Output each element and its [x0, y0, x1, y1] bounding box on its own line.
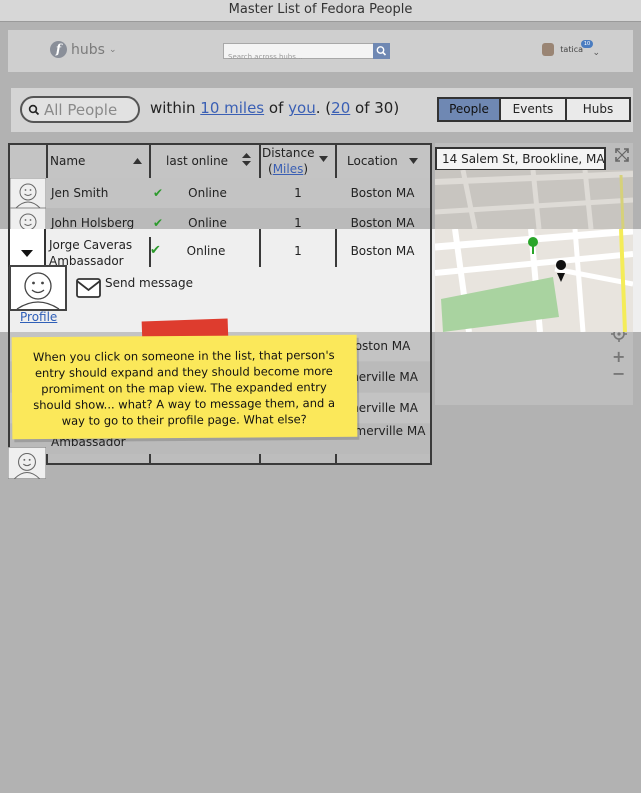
- send-message-label: Send message: [105, 276, 193, 290]
- you-link[interactable]: you: [288, 99, 316, 117]
- person-name: Jen Smith: [51, 186, 109, 200]
- online-check-icon: ✔: [150, 243, 161, 258]
- logo-text: hubs: [71, 41, 105, 58]
- filter-sentence: within 10 miles of you. (20 of 30): [150, 99, 399, 117]
- window-title: Master List of Fedora People: [0, 0, 641, 22]
- chevron-down-icon[interactable]: ⌄: [592, 48, 600, 58]
- view-tabs: People Events Hubs: [437, 97, 631, 122]
- hubs-search: [223, 43, 390, 64]
- zoom-out-icon[interactable]: −: [612, 364, 625, 383]
- dot-label: .: [315, 99, 321, 117]
- user-name: tatica: [560, 45, 583, 54]
- distance-value: 1: [294, 244, 302, 258]
- people-search-placeholder: All People: [44, 101, 118, 119]
- location-value: Boston MA: [350, 186, 415, 200]
- within-label: within: [150, 99, 196, 117]
- user-avatar-icon: [16, 272, 60, 310]
- count-link[interactable]: 20: [331, 99, 350, 117]
- distance-link[interactable]: 10 miles: [200, 99, 264, 117]
- hubs-search-input[interactable]: [224, 50, 374, 64]
- profile-picture[interactable]: [9, 265, 67, 311]
- expand-icon[interactable]: [615, 148, 629, 162]
- online-check-icon: ✔: [152, 186, 164, 200]
- fedora-icon: f: [50, 41, 67, 58]
- miles-link[interactable]: Miles: [273, 162, 304, 176]
- user-avatar-icon: [10, 178, 46, 208]
- sort-up-icon[interactable]: [133, 158, 142, 164]
- table-row[interactable]: Jen Smith ✔ Online 1 Boston MA: [10, 178, 430, 208]
- distance-value: 1: [294, 186, 302, 200]
- sort-both-icon[interactable]: [242, 153, 251, 166]
- search-button[interactable]: [373, 43, 390, 59]
- user-avatar-icon: [8, 447, 46, 479]
- send-message-button[interactable]: Send message: [76, 276, 193, 298]
- tab-people[interactable]: People: [439, 99, 501, 120]
- app-header: f hubs ⌄ 10 tatica ⌄: [8, 30, 633, 72]
- tab-hubs[interactable]: Hubs: [567, 99, 629, 120]
- of-label: of: [268, 99, 284, 117]
- sticky-note-text: When you click on someone in the list, t…: [32, 347, 336, 428]
- tab-events[interactable]: Events: [501, 99, 567, 120]
- last-online: Online: [186, 244, 226, 258]
- avatar: [542, 43, 555, 56]
- envelope-icon: [76, 278, 101, 298]
- filter-bar: All People within 10 miles of you. (20 o…: [11, 88, 633, 132]
- count-total: of 30): [355, 99, 400, 117]
- search-icon: [376, 46, 387, 56]
- location-value: Boston MA: [350, 244, 415, 258]
- map-tiles: [435, 229, 633, 332]
- search-icon: [28, 104, 40, 116]
- chevron-down-icon: ⌄: [108, 44, 117, 55]
- person-name: Jorge Caveras: [49, 238, 133, 252]
- caret-down-icon: [21, 250, 33, 257]
- table-header: Name last online Distance (Miles) Locati…: [10, 145, 430, 180]
- people-search[interactable]: All People: [20, 96, 140, 123]
- sticky-note: When you click on someone in the list, t…: [11, 334, 358, 440]
- map-tiles: [435, 170, 633, 229]
- last-online: Online: [188, 186, 227, 200]
- profile-link[interactable]: Profile: [20, 310, 57, 324]
- collapse-toggle[interactable]: [8, 229, 46, 267]
- map-address[interactable]: 14 Salem St, Brookline, MA: [435, 147, 606, 171]
- hubs-logo[interactable]: f hubs ⌄: [50, 41, 116, 58]
- sort-down-icon[interactable]: [319, 156, 328, 162]
- sort-down-icon[interactable]: [409, 158, 418, 164]
